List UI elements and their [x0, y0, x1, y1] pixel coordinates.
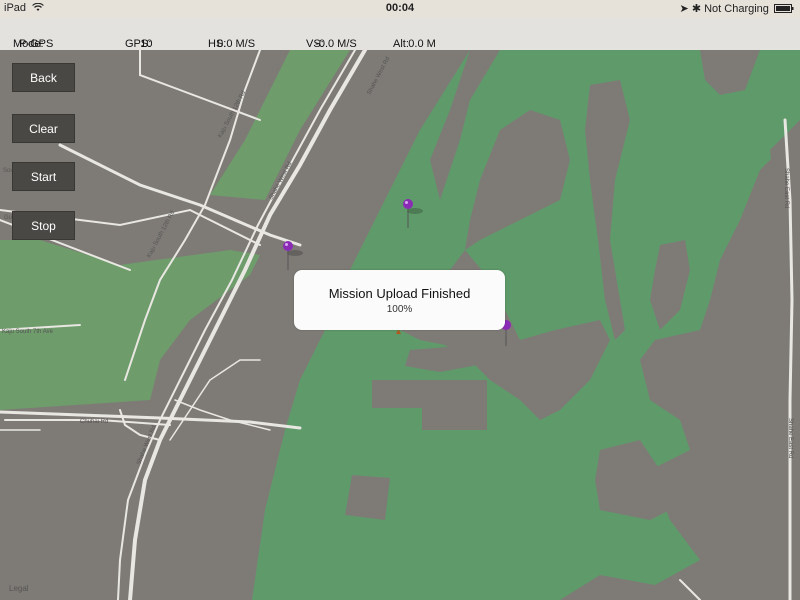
telemetry-bar: Mode: P-GPS GPS: 10 HS: 0.0 M/S VS: -0.0… — [0, 18, 800, 50]
alt-readout: Alt: 0.0 M — [393, 38, 436, 50]
vs-readout: VS: -0.0 M/S — [306, 38, 357, 50]
back-button[interactable]: Back — [12, 63, 75, 92]
battery-icon — [774, 4, 794, 13]
clear-button[interactable]: Clear — [12, 114, 75, 143]
road-label-shahe-east-2: Shahe East Rd — [787, 418, 793, 458]
legal-link[interactable]: Legal — [9, 584, 29, 593]
charging-label: Not Charging — [704, 3, 769, 15]
status-right: ➤ ✱ Not Charging — [680, 2, 794, 15]
gps-readout: GPS: 10 — [125, 38, 153, 50]
road-label-south-7th: Kaju South 7th Ave — [2, 329, 54, 335]
hs-readout: HS: 0.0 M/S — [208, 38, 256, 50]
start-button[interactable]: Start — [12, 162, 75, 191]
bluetooth-icon: ✱ — [691, 3, 702, 15]
location-arrow-icon: ➤ — [679, 3, 689, 15]
road-label-chuhai: Chuhai Rd — [80, 419, 108, 425]
mission-upload-toast: Mission Upload Finished 100% — [294, 270, 505, 330]
mode-readout: Mode: P-GPS — [13, 38, 54, 50]
stop-button[interactable]: Stop — [12, 211, 75, 240]
toast-title: Mission Upload Finished — [328, 286, 471, 301]
toast-progress: 100% — [386, 304, 413, 315]
status-bar: iPad 00:04 ➤ ✱ Not Charging — [0, 0, 800, 18]
road-label-shahe-east-1: Shahe East Rd — [783, 168, 789, 208]
